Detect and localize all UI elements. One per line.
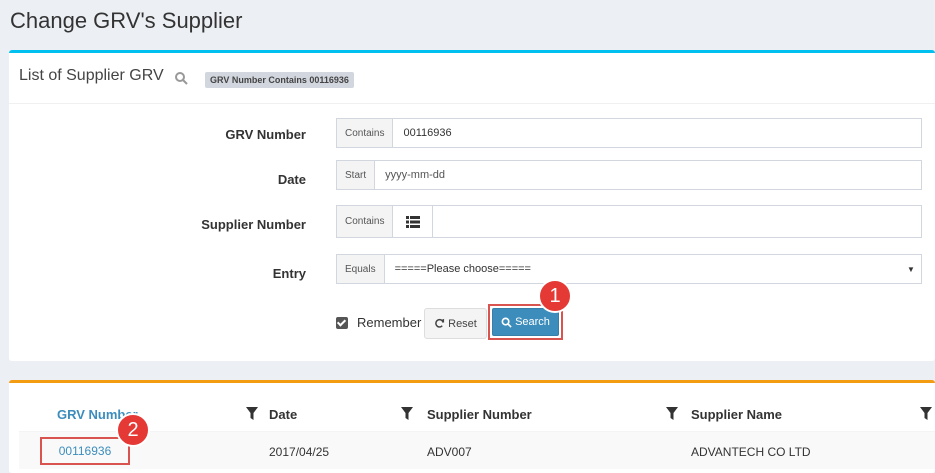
entry-label: Entry bbox=[272, 266, 306, 281]
supplier-number-label: Supplier Number bbox=[201, 217, 306, 232]
cell-supplier-name: ADVANTECH CO LTD bbox=[691, 445, 811, 459]
cell-supplier-number: ADV007 bbox=[427, 445, 472, 459]
refresh-icon bbox=[435, 318, 445, 328]
column-header-supplier-number[interactable]: Supplier Number bbox=[427, 407, 532, 422]
grv-link-highlight: 00116936 bbox=[40, 437, 130, 465]
date-label: Date bbox=[277, 172, 306, 187]
filter-icon[interactable] bbox=[920, 407, 932, 420]
search-icon bbox=[501, 317, 512, 328]
step-marker-2: 2 bbox=[116, 413, 150, 447]
date-field: Start yyyy-mm-dd bbox=[336, 160, 922, 190]
supplier-number-field: Contains bbox=[336, 205, 922, 238]
filter-icon[interactable] bbox=[401, 407, 413, 420]
search-label: Search bbox=[515, 316, 550, 328]
filter-icon[interactable] bbox=[246, 407, 258, 420]
grv-number-label: GRV Number bbox=[225, 127, 306, 142]
search-panel-header: List of Supplier GRV GRV Number Contains… bbox=[9, 53, 935, 104]
column-header-date[interactable]: Date bbox=[269, 407, 297, 422]
chevron-down-icon[interactable]: ▼ bbox=[901, 255, 921, 283]
remember-label: Remember bbox=[357, 315, 422, 330]
list-button[interactable] bbox=[393, 206, 434, 237]
grv-number-link[interactable]: 00116936 bbox=[59, 444, 112, 458]
entry-operator[interactable]: Equals bbox=[337, 255, 385, 283]
date-input[interactable]: yyyy-mm-dd bbox=[375, 161, 921, 189]
search-panel: List of Supplier GRV GRV Number Contains… bbox=[9, 50, 935, 361]
entry-select[interactable]: =====Please choose===== bbox=[385, 255, 901, 283]
reset-label: Reset bbox=[448, 317, 477, 330]
grv-number-operator[interactable]: Contains bbox=[337, 119, 394, 147]
date-operator[interactable]: Start bbox=[337, 161, 376, 189]
list-icon bbox=[405, 215, 420, 228]
step-marker-1: 1 bbox=[538, 279, 572, 313]
filter-badge: GRV Number Contains 00116936 bbox=[205, 72, 354, 88]
column-header-supplier-name[interactable]: Supplier Name bbox=[691, 407, 782, 422]
results-panel: GRV Number Date Supplier Number Supplier… bbox=[9, 380, 935, 473]
remember-control[interactable]: Remember bbox=[336, 315, 421, 330]
grv-number-field: Contains 00116936 bbox=[336, 118, 922, 148]
entry-field: Equals =====Please choose===== ▼ bbox=[336, 254, 922, 284]
reset-button[interactable]: Reset bbox=[424, 308, 487, 339]
cell-date: 2017/04/25 bbox=[269, 445, 330, 459]
grv-number-input[interactable]: 00116936 bbox=[393, 119, 921, 147]
panel-title: List of Supplier GRV bbox=[19, 67, 164, 84]
filter-icon[interactable] bbox=[666, 407, 678, 420]
search-icon[interactable] bbox=[174, 71, 188, 85]
remember-checkbox[interactable] bbox=[336, 316, 348, 329]
page-title: Change GRV's Supplier bbox=[10, 8, 243, 33]
supplier-number-operator[interactable]: Contains bbox=[337, 206, 394, 237]
supplier-number-input[interactable] bbox=[433, 206, 921, 237]
